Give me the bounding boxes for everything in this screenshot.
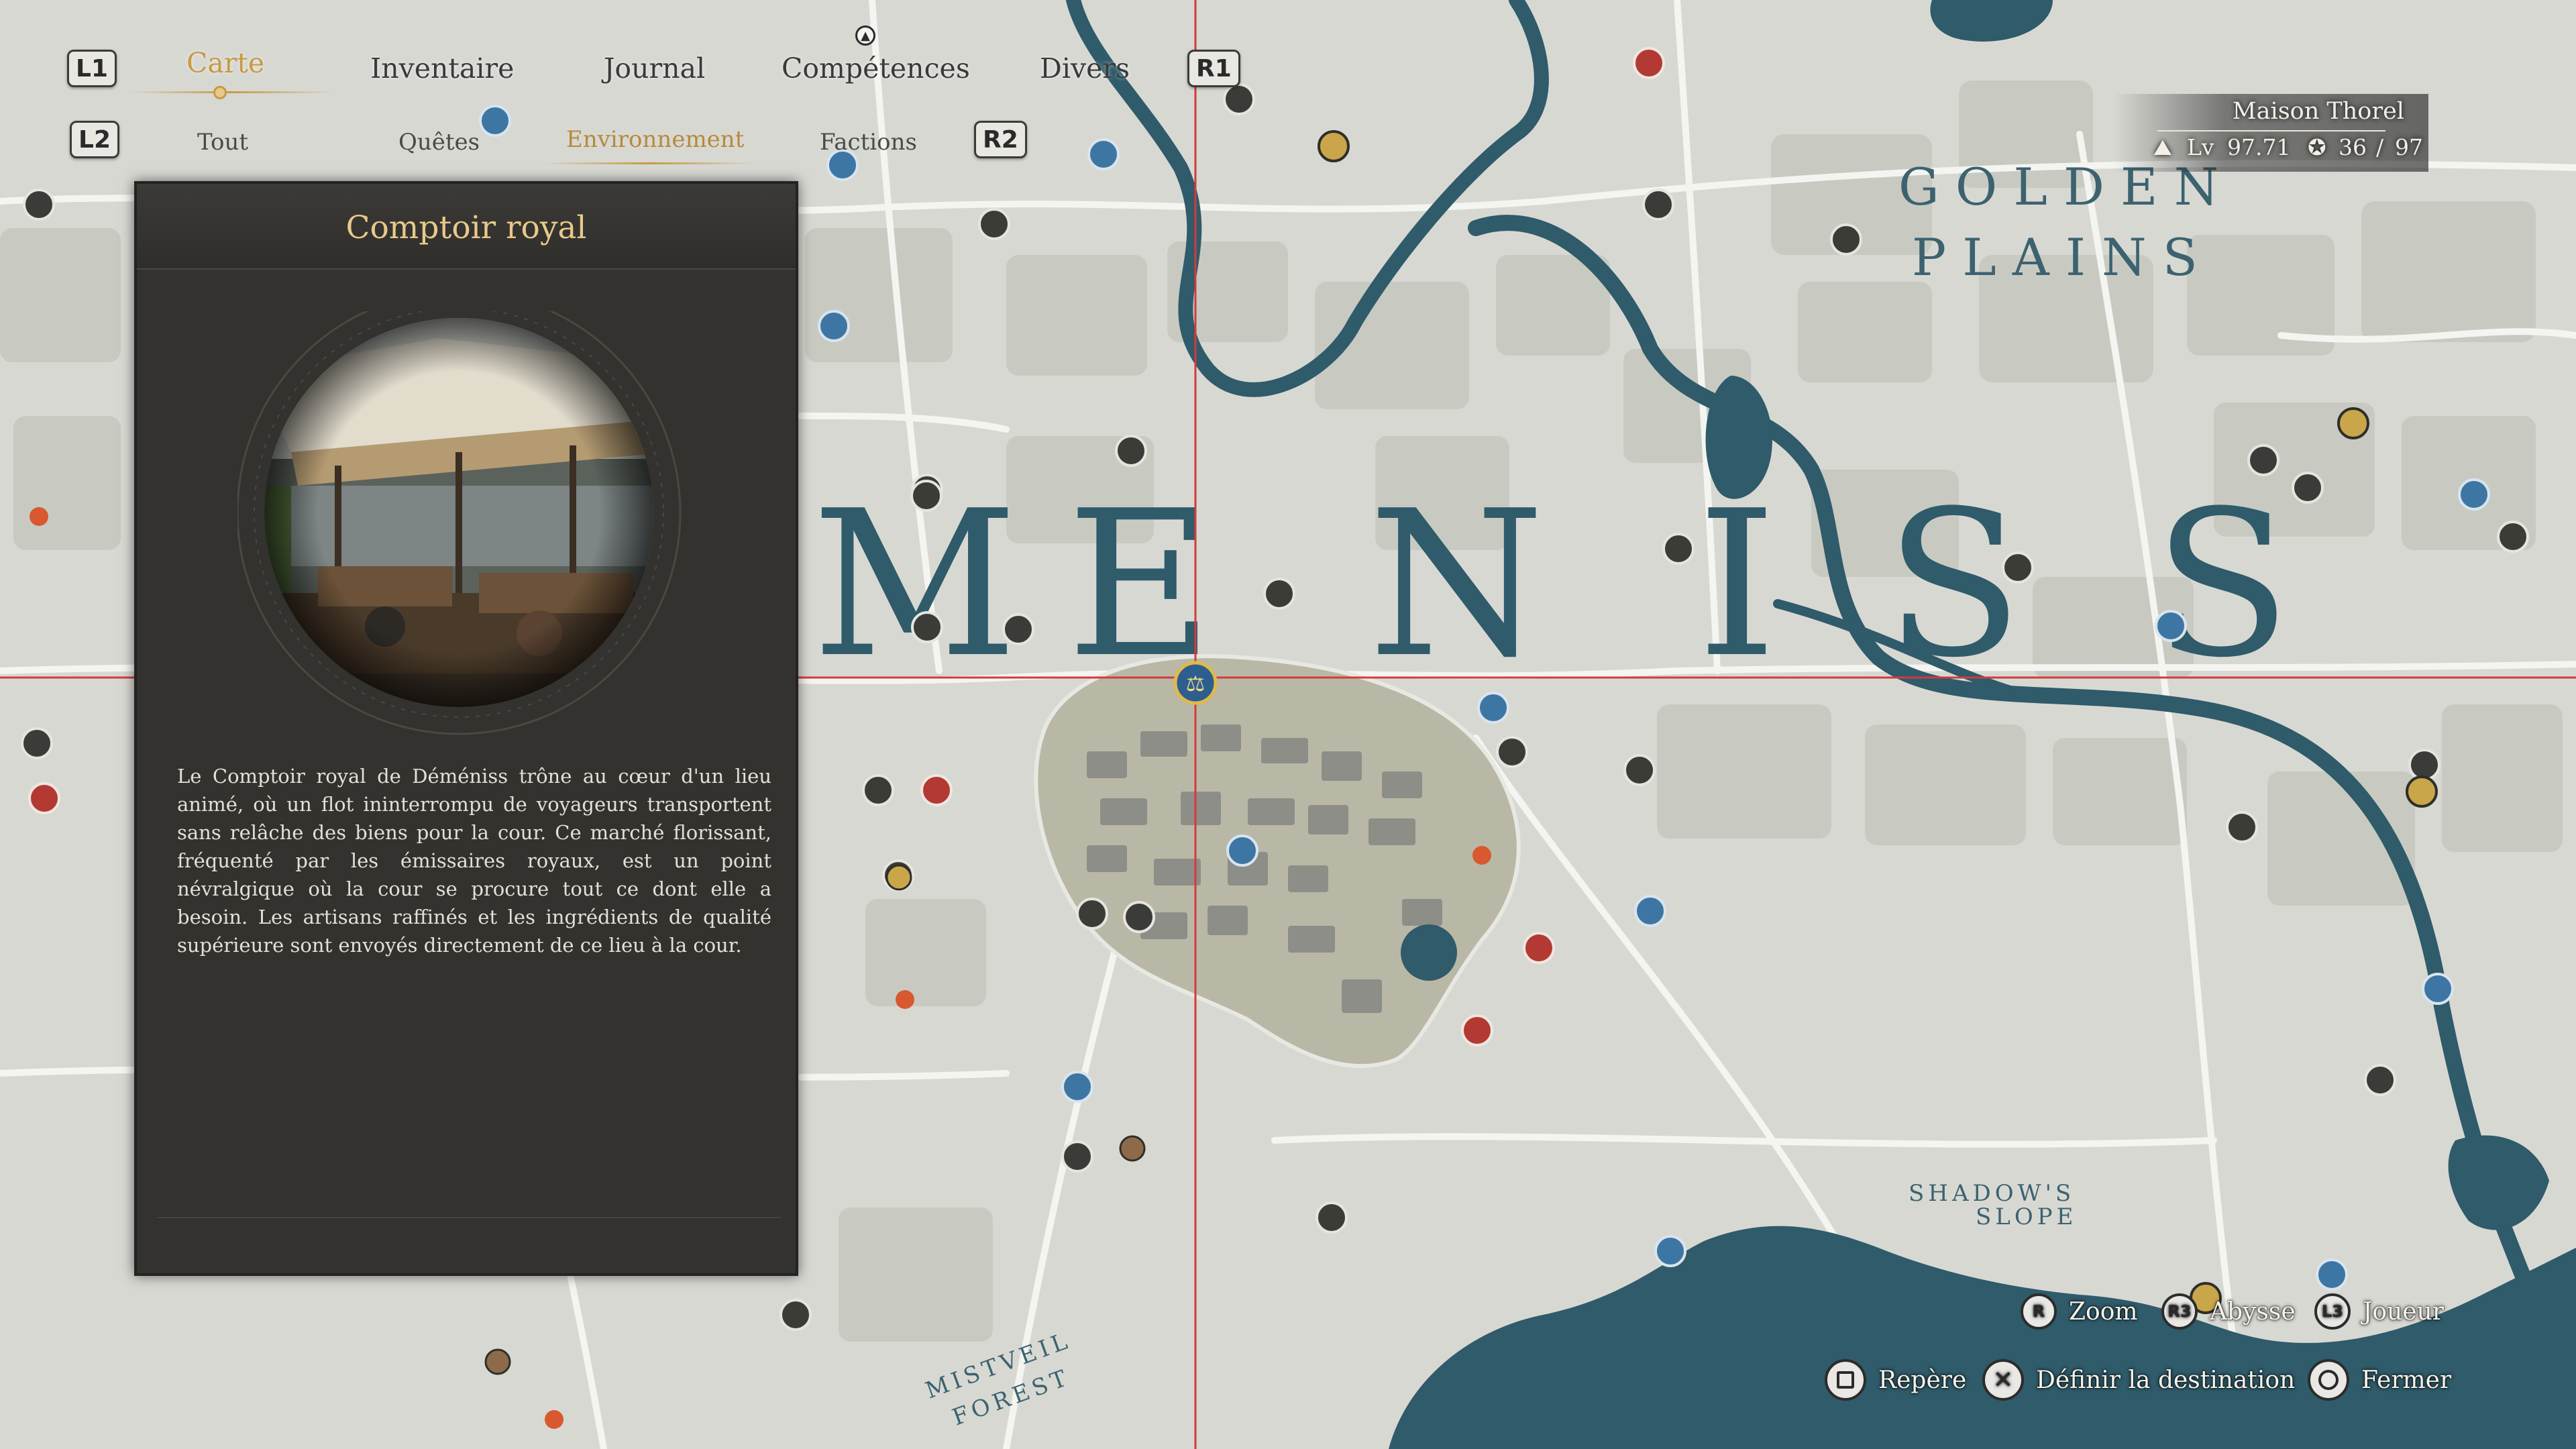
collection-separator: / xyxy=(2376,134,2384,160)
collection-icon: ✪ xyxy=(2308,134,2326,160)
notification-up-icon: ▲ xyxy=(855,25,875,46)
zoom-label: Zoom xyxy=(2069,1297,2138,1326)
l3-button-icon: L3 xyxy=(2314,1293,2351,1330)
house-name: Maison Thorel xyxy=(2232,98,2404,125)
subtab-quetes[interactable]: Quêtes xyxy=(398,129,480,156)
shadows-slope-line2: SLOPE xyxy=(1976,1203,2077,1230)
tab-divers[interactable]: Divers xyxy=(1040,52,1130,85)
subtab-factions[interactable]: Factions xyxy=(820,129,917,156)
r2-button[interactable]: R2 xyxy=(974,121,1027,158)
player-prompt[interactable]: L3 Joueur xyxy=(2314,1293,2444,1330)
location-info-panel: Comptoir royal Le Comptoir royal de Démé… xyxy=(134,181,798,1276)
r1-button[interactable]: R1 xyxy=(1187,50,1240,87)
player-label: Joueur xyxy=(2363,1297,2444,1326)
active-tab-ornament-icon xyxy=(213,86,227,99)
anvil-icon xyxy=(885,864,912,891)
l2-button[interactable]: L2 xyxy=(70,121,119,158)
tab-competences[interactable]: Compétences xyxy=(782,52,970,85)
zoom-prompt[interactable]: R Zoom xyxy=(2021,1293,2138,1330)
marker-prompt[interactable]: Repère xyxy=(1825,1359,1966,1401)
region-letter-n: N xyxy=(1368,468,1545,702)
location-illustration xyxy=(237,311,682,735)
player-info-divider xyxy=(2157,130,2385,131)
panel-divider xyxy=(157,1217,781,1218)
set-destination-label: Définir la destination xyxy=(2036,1366,2296,1394)
circle-button-icon xyxy=(2308,1359,2349,1401)
region-letter-i: I xyxy=(1697,468,1777,702)
subtab-tout[interactable]: Tout xyxy=(197,129,248,156)
marker-label: Repère xyxy=(1878,1366,1967,1394)
panel-header: Comptoir royal xyxy=(137,184,796,270)
cross-button-icon: ✕ xyxy=(1982,1359,2024,1401)
selected-comptoir-icon: ⚖ xyxy=(1173,661,1218,705)
region-letter-s1: S xyxy=(1885,468,2023,702)
golden-plains-line2: P L A I N S xyxy=(1912,227,2198,287)
active-tab-underline xyxy=(127,91,335,93)
tab-inventaire[interactable]: Inventaire xyxy=(370,52,514,85)
abyss-label: Abysse xyxy=(2210,1297,2296,1326)
level-icon: ⛰ xyxy=(2153,134,2172,160)
subtab-environnement[interactable]: Environnement xyxy=(566,126,744,153)
blacksmith-icon xyxy=(1119,1135,1146,1162)
tab-journal[interactable]: Journal xyxy=(604,52,705,85)
square-button-icon xyxy=(1825,1359,1866,1401)
panel-title: Comptoir royal xyxy=(345,209,587,246)
level-value: 97.71 xyxy=(2227,134,2291,160)
crafting-icon xyxy=(484,1348,511,1375)
shadows-slope-line1: SHADOW'S xyxy=(1909,1180,2075,1207)
collection-count: 36 xyxy=(2339,134,2367,160)
close-label: Fermer xyxy=(2361,1366,2452,1394)
abyss-prompt[interactable]: R3 Abysse xyxy=(2161,1293,2296,1330)
player-info: Maison Thorel ⛰ Lv 97.71 ✪ 36 / 97 xyxy=(2113,94,2428,172)
r-stick-icon: R xyxy=(2021,1293,2057,1330)
collection-max: 97 xyxy=(2395,134,2423,160)
tab-carte[interactable]: Carte xyxy=(186,47,264,79)
svg-text:⚖: ⚖ xyxy=(1186,671,1205,696)
close-prompt[interactable]: Fermer xyxy=(2308,1359,2451,1401)
r3-button-icon: R3 xyxy=(2161,1293,2198,1330)
active-subtab-underline xyxy=(542,162,757,164)
panel-description: Le Comptoir royal de Déméniss trône au c… xyxy=(177,765,771,957)
set-destination-prompt[interactable]: ✕ Définir la destination xyxy=(1982,1359,2295,1401)
level-label: Lv xyxy=(2187,134,2214,160)
l1-button[interactable]: L1 xyxy=(67,50,117,87)
region-letter-s2: S xyxy=(2153,468,2292,702)
